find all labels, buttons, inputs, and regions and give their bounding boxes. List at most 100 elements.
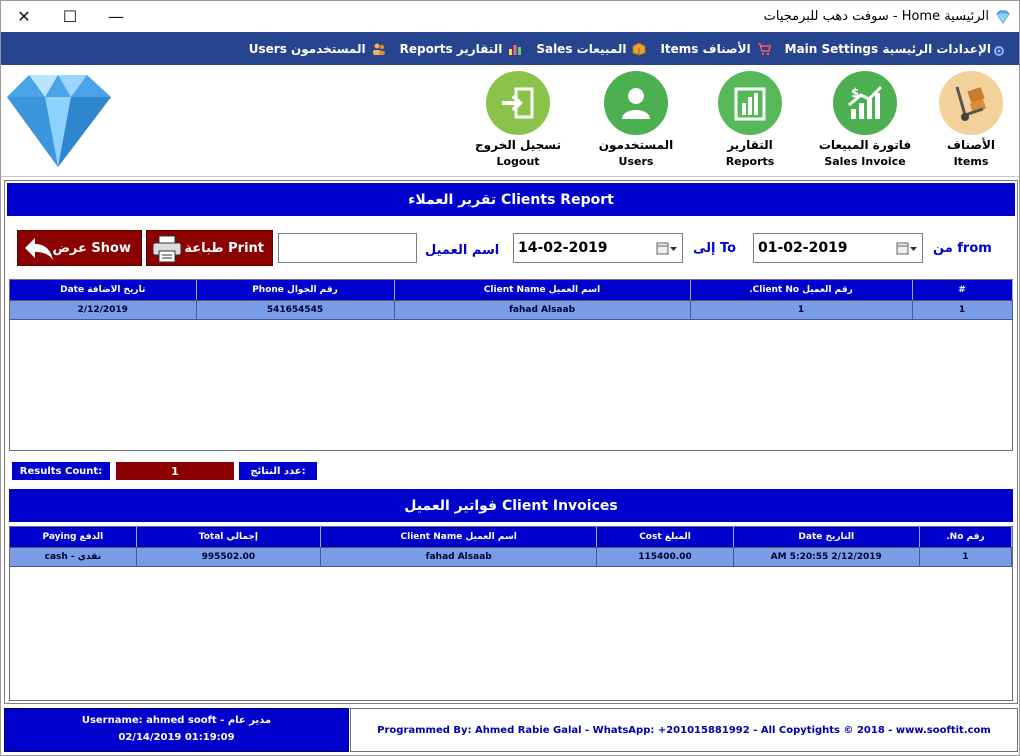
cell-date: 2/12/2019 [10,300,197,320]
user-icon [604,71,668,135]
toolbar-items-en: Items [953,155,989,168]
menu-users-label: المستخدمون Users [248,41,366,56]
col-header-date[interactable]: تاريخ الاضافة Date [10,280,197,301]
toolbar-logout-button[interactable]: تسجيل الخروج Logout [463,71,573,168]
toolbar-items-button[interactable]: الأصناف Items [916,71,1020,168]
cell-paying: نقدي - cash [10,547,137,567]
clients-report-header: تقرير العملاء Clients Report [7,183,1015,216]
col-header-invoice-no[interactable]: رقم No. [919,527,1013,548]
toolbar-users-button[interactable]: المستخدمون Users [581,71,691,168]
menu-reports-label: التقارير Reports [399,41,503,56]
settings-gear-icon [993,42,1005,56]
print-button-label: طباعة Print [184,240,264,256]
maximize-button[interactable]: ☐ [47,1,93,32]
client-name-input[interactable] [278,233,417,263]
menu-sales-label: المبيعات Sales [536,41,627,56]
from-date-value: 01-02-2019 [758,240,848,256]
datetime-line: 02/14/2019 01:19:09 [118,732,235,743]
toolbar-users-en: Users [618,155,654,168]
back-arrow-icon [23,236,55,266]
users-icon [372,42,386,56]
title-bar: الرئيسية Home - سوفت دهب للبرمجيات [1,1,1019,32]
cell-total: 995502.00 [136,547,322,567]
toolbar-sales-ar: فاتورة المبيعات [818,138,912,152]
diamond-logo-icon [1,67,115,169]
minimize-button[interactable]: — [93,1,139,32]
col-header-index[interactable]: # [912,280,1013,301]
clients-report-panel: تقرير العملاء Clients Report من from 01-… [4,180,1018,704]
clients-grid-header-row: # رقم العميل Client No. اسم العميل Clien… [10,280,1013,301]
to-label: إلى To [693,241,737,256]
col-header-cost[interactable]: المبلغ Cost [596,527,734,548]
client-name-label: اسم العميل [425,243,500,258]
bar-chart-icon [718,71,782,135]
toolbar-logout-ar: تسجيل الخروج [475,138,561,152]
col-header-client-name[interactable]: اسم العميل Client Name [394,280,691,301]
to-date-picker[interactable]: 14-02-2019 [513,233,683,263]
cell-invoice-client-name: fahad Alsaab [320,547,598,567]
window-title: الرئيسية Home - سوفت دهب للبرمجيات [763,9,989,24]
show-button-label: عرض Show [52,240,131,256]
from-label: من from [933,241,992,256]
menu-items[interactable]: الأصناف Items [660,41,771,56]
menu-items-label: الأصناف Items [660,41,751,56]
toolbar-sales-invoice-button[interactable]: $ فاتورة المبيعات Sales Invoice [810,71,920,168]
col-header-client-no[interactable]: رقم العميل Client No. [690,280,913,301]
cell-cost: 115400.00 [596,547,734,567]
box-icon [632,41,646,56]
results-count-value: 1 [116,462,234,480]
close-button[interactable]: ✕ [1,1,47,32]
cell-index: 1 [912,300,1013,320]
menu-main-settings[interactable]: الإعدادات الرئيسية Main Settings [785,42,991,56]
toolbar-users-ar: المستخدمون [598,138,674,152]
invoices-grid-header-row: رقم No. التاريخ Date المبلغ Cost اسم الع… [10,527,1013,548]
show-button[interactable]: عرض Show [17,230,142,266]
from-date-picker[interactable]: 01-02-2019 [753,233,923,263]
client-invoices-header: فواتير العميل Client Invoices [9,489,1013,522]
diamond-app-icon [995,9,1011,25]
toolbar-reports-button[interactable]: التقارير Reports [695,71,805,168]
table-row[interactable]: 1 1 fahad Alsaab 541654545 2/12/2019 [10,300,1013,320]
toolbar-reports-ar: التقارير [727,138,773,152]
sales-growth-icon: $ [833,71,897,135]
toolbar-reports-en: Reports [725,155,775,168]
clients-grid[interactable]: # رقم العميل Client No. اسم العميل Clien… [9,279,1013,451]
menu-users[interactable]: المستخدمون Users [249,42,386,56]
menu-sales[interactable]: المبيعات Sales [536,42,646,56]
menu-main-settings-label: الإعدادات الرئيسية Main Settings [784,41,991,56]
cell-client-no: 1 [690,300,913,320]
col-header-paying[interactable]: الدفع Paying [10,527,137,548]
col-header-invoice-client-name[interactable]: اسم العميل Client Name [320,527,598,548]
to-date-value: 14-02-2019 [518,240,608,256]
results-count-ar-label: عدد النتائج: [239,462,317,480]
col-header-invoice-date[interactable]: التاريخ Date [733,527,920,548]
svg-text:$: $ [851,86,859,100]
col-header-total[interactable]: إجمالي Total [136,527,322,548]
username-line: Username: ahmed sooft - مدير عام [81,715,272,726]
cart-icon [757,42,771,56]
printer-icon [152,235,182,267]
cell-invoice-no: 1 [919,547,1013,567]
calendar-dropdown-icon[interactable] [896,242,918,256]
cell-client-name: fahad Alsaab [394,300,691,320]
cell-invoice-date: 2/12/2019 5:20:55 AM [733,547,920,567]
credits-panel: Programmed By: Ahmed Rabie Galal - Whats… [350,708,1018,752]
app-window: الرئيسية Home - سوفت دهب للبرمجيات ✕ ☐ —… [0,0,1020,756]
invoices-grid[interactable]: رقم No. التاريخ Date المبلغ Cost اسم الع… [9,526,1013,701]
print-button[interactable]: طباعة Print [146,230,273,266]
hand-truck-icon [939,71,1003,135]
credits-text: Programmed By: Ahmed Rabie Galal - Whats… [377,724,991,736]
user-status-panel: Username: ahmed sooft - مدير عام 02/14/2… [4,708,349,752]
chart-icon [508,42,522,56]
cell-phone: 541654545 [196,300,395,320]
logout-icon [486,71,550,135]
calendar-dropdown-icon[interactable] [656,242,678,256]
menu-reports[interactable]: التقارير Reports [400,42,523,56]
toolbar-items-ar: الأصناف [947,138,995,152]
toolbar: الأصناف Items $ فاتورة المبيعات Sales In… [1,65,1019,177]
col-header-phone[interactable]: رقم الجوال Phone [196,280,395,301]
table-row[interactable]: 1 2/12/2019 5:20:55 AM 115400.00 fahad A… [10,547,1013,567]
results-count-en-label: Results Count: [12,462,110,480]
toolbar-logout-en: Logout [496,155,540,168]
toolbar-sales-en: Sales Invoice [824,155,906,168]
